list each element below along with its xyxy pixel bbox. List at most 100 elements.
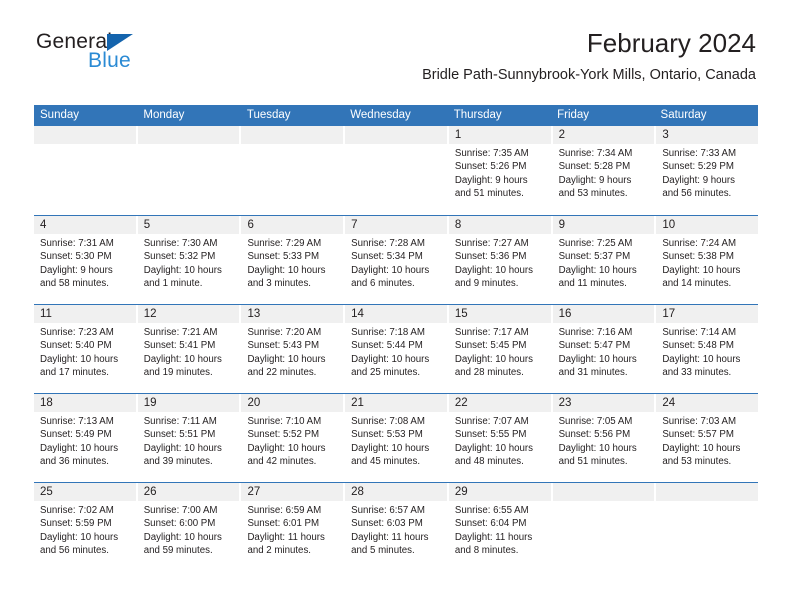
sunset-text: Sunset: 5:52 PM [247, 429, 320, 441]
sunrise-text: Sunrise: 7:07 AM [454, 416, 529, 427]
sunset-text: Sunset: 6:01 PM [247, 518, 320, 530]
sunset-text: Sunset: 5:30 PM [40, 251, 112, 263]
daylight-text-line2: and 1 minute. [143, 278, 203, 290]
daylight-text-line1: Daylight: 10 hours [247, 353, 326, 365]
daylight-text-line2: and 36 minutes. [40, 456, 109, 468]
daylight-text-line1: Daylight: 11 hours [351, 531, 429, 543]
sunrise-text: Sunrise: 7:21 AM [143, 327, 218, 338]
calendar-day-cell[interactable]: 19 Sunrise: 7:11 AM Sunset: 5:51 PM Dayligh… [137, 394, 240, 482]
calendar-day-cell[interactable]: 15 Sunrise: 7:17 AM Sunset: 5:45 PM Dayligh… [448, 305, 551, 393]
calendar-day-cell[interactable]: 10 Sunrise: 7:24 AM Sunset: 5:38 PM Dayligh… [656, 216, 759, 304]
calendar-day-details: Sunrise: 7:21 AM Sunset: 5:41 PM Daylight:… [144, 323, 234, 380]
daylight-text-line1: Daylight: 10 hours [40, 442, 119, 454]
daylight-text-line1: Daylight: 10 hours [143, 353, 222, 365]
calendar-day-cell[interactable]: 3 Sunrise: 7:33 AM Sunset: 5:29 PM Daylight… [656, 126, 759, 215]
calendar-day-number: 12 [143, 308, 157, 320]
sunrise-text: Sunrise: 6:59 AM [247, 505, 322, 516]
page-subtitle: Bridle Path-Sunnybrook-York Mills, Ontar… [422, 67, 756, 83]
sunset-text: Sunset: 5:51 PM [143, 429, 216, 441]
sunrise-text: Sunrise: 6:57 AM [351, 505, 425, 516]
calendar-day-cell[interactable]: 21 Sunrise: 7:08 AM Sunset: 5:53 PM Dayligh… [345, 394, 447, 482]
sunset-text: Sunset: 5:28 PM [558, 161, 631, 173]
daylight-text-line2: and 3 minutes. [247, 278, 311, 290]
daylight-text-line2: and 56 minutes. [40, 545, 109, 557]
sunrise-text: Sunrise: 7:29 AM [247, 238, 322, 249]
daylight-text-line2: and 8 minutes. [454, 545, 519, 557]
sunset-text: Sunset: 5:59 PM [40, 518, 112, 530]
calendar-day-number: 5 [143, 219, 151, 231]
calendar-day-cell[interactable]: 24 Sunrise: 7:03 AM Sunset: 5:57 PM Dayligh… [656, 394, 759, 482]
calendar-day-cell[interactable]: 27 Sunrise: 6:59 AM Sunset: 6:01 PM Dayligh… [241, 483, 344, 571]
calendar-day-cell[interactable]: 6 Sunrise: 7:29 AM Sunset: 5:33 PM Daylight… [241, 216, 344, 304]
calendar-week-row: 1 Sunrise: 7:35 AM Sunset: 5:26 PM Daylight… [34, 126, 759, 215]
sunset-text: Sunset: 5:48 PM [662, 340, 734, 352]
calendar-day-cell[interactable]: 5 Sunrise: 7:30 AM Sunset: 5:32 PM Daylight… [137, 216, 240, 304]
sunset-text: Sunset: 5:26 PM [454, 161, 527, 173]
calendar-day-details: Sunrise: 7:17 AM Sunset: 5:45 PM Daylight:… [455, 323, 545, 380]
daylight-text-line1: Daylight: 10 hours [662, 353, 741, 365]
calendar-week-row: 11 Sunrise: 7:23 AM Sunset: 5:40 PM Dayligh… [34, 304, 759, 393]
calendar-day-cell[interactable]: 18 Sunrise: 7:13 AM Sunset: 5:49 PM Dayligh… [34, 394, 136, 482]
calendar-page: General Blue February 2024 Bridle Path-S… [0, 0, 792, 612]
calendar-day-cell[interactable]: 16 Sunrise: 7:16 AM Sunset: 5:47 PM Dayligh… [552, 305, 655, 393]
calendar-day-details: Sunrise: 7:02 AM Sunset: 5:59 PM Daylight:… [40, 501, 130, 558]
daylight-text-line1: Daylight: 10 hours [662, 264, 741, 276]
calendar-day-cell[interactable]: 9 Sunrise: 7:25 AM Sunset: 5:37 PM Daylight… [552, 216, 655, 304]
calendar-day-number: 28 [351, 486, 364, 498]
weekday-header-saturday: Saturday [660, 109, 707, 121]
calendar-day-cell[interactable]: 1 Sunrise: 7:35 AM Sunset: 5:26 PM Daylight… [448, 126, 551, 215]
calendar-day-cell[interactable]: 2 Sunrise: 7:34 AM Sunset: 5:28 PM Daylight… [552, 126, 655, 215]
daylight-text-line2: and 6 minutes. [351, 278, 415, 290]
calendar-day-cell[interactable]: 20 Sunrise: 7:10 AM Sunset: 5:52 PM Dayligh… [241, 394, 344, 482]
calendar-day-number: 23 [558, 397, 572, 409]
sunset-text: Sunset: 5:36 PM [454, 251, 527, 263]
calendar-day-cell[interactable]: 8 Sunrise: 7:27 AM Sunset: 5:36 PM Daylight… [448, 216, 551, 304]
calendar-day-details: Sunrise: 7:08 AM Sunset: 5:53 PM Daylight:… [351, 412, 441, 469]
sunrise-text: Sunrise: 7:28 AM [351, 238, 425, 249]
calendar-week-inner: 1 Sunrise: 7:35 AM Sunset: 5:26 PM Daylight… [34, 126, 759, 215]
calendar-day-number: 1 [454, 129, 462, 141]
calendar-day-cell[interactable]: 25 Sunrise: 7:02 AM Sunset: 5:59 PM Dayligh… [34, 483, 136, 571]
sunrise-text: Sunrise: 7:17 AM [454, 327, 529, 338]
calendar-day-cell[interactable]: 13 Sunrise: 7:20 AM Sunset: 5:43 PM Dayligh… [241, 305, 344, 393]
calendar-day-number: 11 [40, 308, 52, 320]
calendar-day-number [351, 126, 441, 144]
calendar-day-cell[interactable]: 29 Sunrise: 6:55 AM Sunset: 6:04 PM Dayligh… [448, 483, 551, 571]
calendar-day-cell[interactable]: 12 Sunrise: 7:21 AM Sunset: 5:41 PM Dayligh… [137, 305, 240, 393]
calendar-day-cell[interactable]: 22 Sunrise: 7:07 AM Sunset: 5:55 PM Dayligh… [448, 394, 551, 482]
daylight-text-line2: and 33 minutes. [662, 367, 732, 379]
calendar-weeks: 1 Sunrise: 7:35 AM Sunset: 5:26 PM Daylight… [34, 126, 759, 571]
daylight-text-line2: and 39 minutes. [143, 456, 213, 468]
sunset-text: Sunset: 5:40 PM [40, 340, 112, 352]
calendar-day-cell[interactable]: 4 Sunrise: 7:31 AM Sunset: 5:30 PM Daylight… [34, 216, 136, 304]
calendar-week-inner: 25 Sunrise: 7:02 AM Sunset: 5:59 PM Dayligh… [34, 483, 759, 571]
sunrise-text: Sunrise: 7:30 AM [143, 238, 218, 249]
calendar-day-cell[interactable]: 7 Sunrise: 7:28 AM Sunset: 5:34 PM Daylight… [345, 216, 447, 304]
sunset-text: Sunset: 6:04 PM [454, 518, 527, 530]
sunrise-text: Sunrise: 7:34 AM [558, 148, 633, 159]
sunset-text: Sunset: 5:57 PM [662, 429, 734, 441]
calendar-day-cell[interactable]: 17 Sunrise: 7:14 AM Sunset: 5:48 PM Dayligh… [656, 305, 759, 393]
daylight-text-line1: Daylight: 9 hours [40, 264, 113, 276]
calendar-day-cell-empty [552, 483, 655, 571]
calendar-day-details: Sunrise: 7:07 AM Sunset: 5:55 PM Daylight:… [455, 412, 545, 469]
calendar-day-cell[interactable]: 28 Sunrise: 6:57 AM Sunset: 6:03 PM Dayligh… [345, 483, 447, 571]
daylight-text-line1: Daylight: 11 hours [247, 531, 325, 543]
calendar-day-details: Sunrise: 7:31 AM Sunset: 5:30 PM Daylight:… [40, 234, 130, 291]
calendar-day-details: Sunrise: 7:14 AM Sunset: 5:48 PM Daylight:… [662, 323, 752, 380]
weekday-header-row: Sunday Monday Tuesday Wednesday Thursday… [34, 105, 758, 126]
general-blue-logo[interactable]: General Blue [34, 30, 264, 76]
calendar-day-cell[interactable]: 23 Sunrise: 7:05 AM Sunset: 5:56 PM Dayligh… [552, 394, 655, 482]
calendar-day-number [40, 126, 130, 144]
calendar-day-number: 24 [662, 397, 676, 409]
calendar-day-cell[interactable]: 11 Sunrise: 7:23 AM Sunset: 5:40 PM Dayligh… [34, 305, 136, 393]
daylight-text-line2: and 19 minutes. [143, 367, 213, 379]
calendar-day-number: 3 [662, 129, 669, 141]
daylight-text-line2: and 31 minutes. [558, 367, 628, 379]
calendar-day-cell[interactable]: 14 Sunrise: 7:18 AM Sunset: 5:44 PM Dayligh… [345, 305, 447, 393]
calendar-day-number: 10 [662, 219, 676, 231]
calendar-grid: Sunday Monday Tuesday Wednesday Thursday… [34, 105, 759, 571]
calendar-day-cell[interactable]: 26 Sunrise: 7:00 AM Sunset: 6:00 PM Dayligh… [137, 483, 240, 571]
calendar-week-row: 18 Sunrise: 7:13 AM Sunset: 5:49 PM Dayligh… [34, 393, 759, 482]
sunrise-text: Sunrise: 7:27 AM [454, 238, 529, 249]
